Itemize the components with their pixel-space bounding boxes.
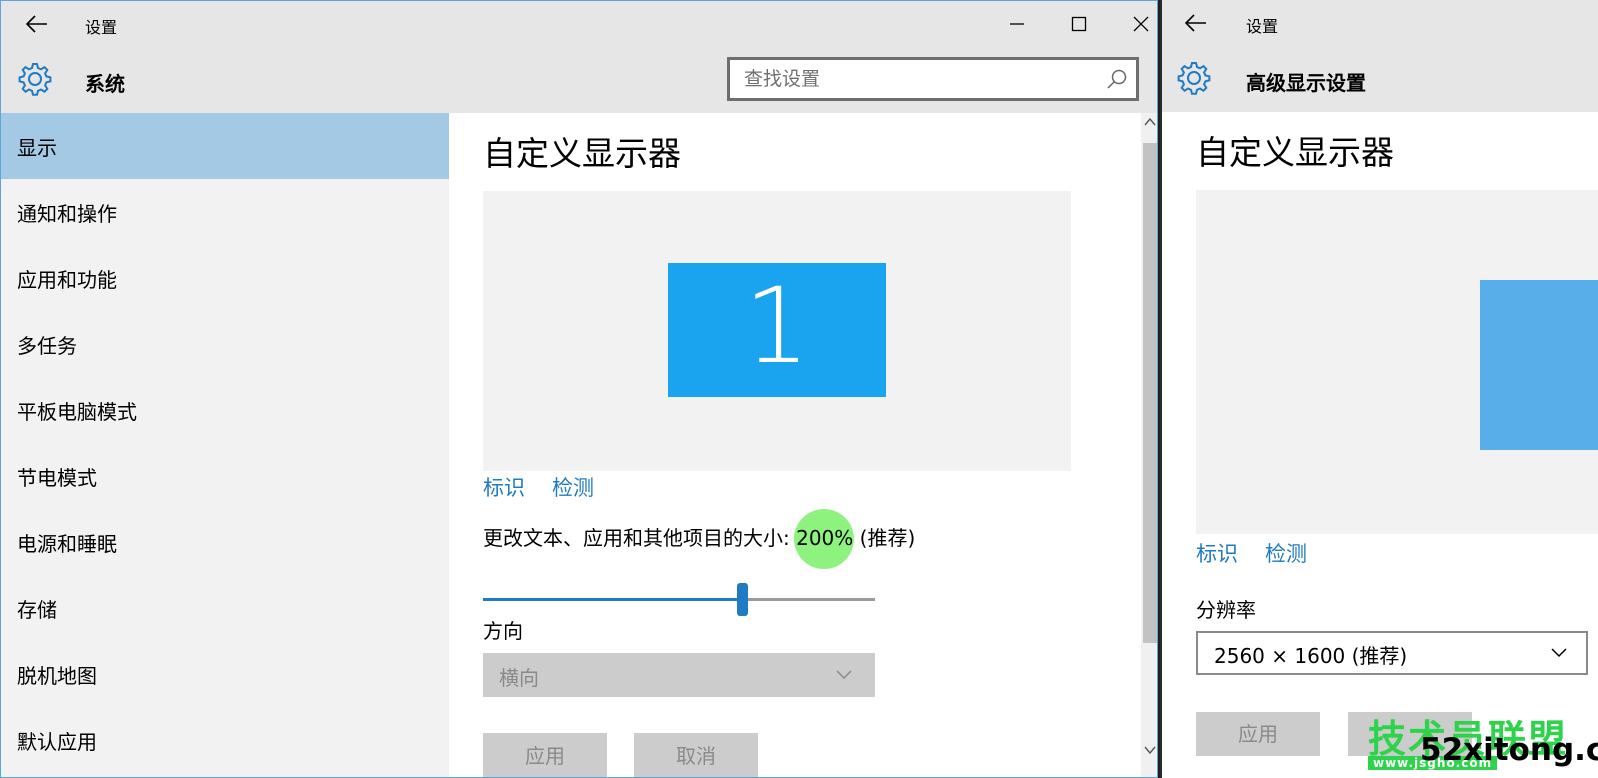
page-title: 自定义显示器 [483,134,681,173]
page-heading: 系统 [85,72,125,96]
scale-value-wrap: 200% [794,509,855,569]
maximize-button[interactable] [1049,1,1109,47]
page-header: 高级显示设置 [1162,46,1598,112]
sidebar-item-multitasking[interactable]: 多任务 [1,311,449,377]
scale-recommended: (推荐) [859,526,916,550]
sidebar-item-label: 通知和操作 [17,202,117,226]
slider-fill [483,598,742,601]
display-preview: 1 [483,191,1071,471]
vertical-scrollbar[interactable] [1141,113,1157,777]
gear-icon [17,61,53,97]
sidebar-item-label: 多任务 [17,334,77,358]
sidebar-item-label: 默认应用 [17,730,97,754]
back-arrow-icon[interactable] [23,11,51,37]
scale-slider[interactable] [483,581,875,617]
resolution-dropdown[interactable]: 2560 × 1600 (推荐) [1196,631,1588,675]
maximize-icon [1071,16,1087,32]
scroll-down-icon[interactable] [1144,745,1156,755]
title-bar: 设置 [1162,0,1598,46]
page-heading: 高级显示设置 [1246,71,1366,95]
apply-button[interactable]: 应用 [483,733,607,777]
minimize-button[interactable] [987,1,1047,47]
sidebar-item-power-sleep[interactable]: 电源和睡眠 [1,509,449,575]
detect-link[interactable]: 检测 [1265,538,1307,568]
sidebar-item-label: 脱机地图 [17,664,97,688]
page-title: 自定义显示器 [1196,133,1394,172]
orientation-label: 方向 [483,619,523,643]
window-title: 设置 [1246,17,1279,36]
page-header: 系统 [1,47,1157,113]
sidebar-item-label: 存储 [17,598,57,622]
apply-button[interactable]: 应用 [1196,712,1320,756]
slider-track [748,598,875,601]
sidebar-nav: 显示 通知和操作 应用和功能 多任务 平板电脑模式 节电模式 电源和睡眠 存储 … [1,113,449,777]
sidebar-item-storage[interactable]: 存储 [1,575,449,641]
gear-icon [1176,60,1212,96]
scale-label: 更改文本、应用和其他项目的大小: [483,526,790,550]
sidebar-item-display[interactable]: 显示 [1,113,449,179]
detect-link[interactable]: 检测 [552,472,594,502]
chevron-down-icon [1551,648,1567,658]
watermark-overlay: 52xitong.com [1420,732,1598,768]
sidebar-item-default-apps[interactable]: 默认应用 [1,707,449,773]
orientation-dropdown[interactable]: 横向 [483,653,875,697]
close-button[interactable] [1111,1,1157,47]
sidebar-item-label: 节电模式 [17,466,97,490]
sidebar-item-label: 平板电脑模式 [17,400,137,424]
sidebar-item-tablet-mode[interactable]: 平板电脑模式 [1,377,449,443]
settings-window-advanced-display: 设置 高级显示设置 自定义显示器 标识 检测 分辨率 2560 × 1600 (… [1160,0,1598,778]
resolution-label: 分辨率 [1196,598,1256,622]
monitor-tile[interactable]: 1 [668,263,886,397]
scroll-thumb[interactable] [1143,143,1157,643]
watermark: 技术员联盟 www.jsgho.com 52xitong.com [1368,708,1598,774]
sidebar-item-apps[interactable]: 应用和功能 [1,245,449,311]
search-icon[interactable] [1106,68,1128,90]
monitor-number: 1 [743,265,811,387]
monitor-tile[interactable] [1480,280,1598,450]
search-box[interactable] [727,57,1139,101]
window-title: 设置 [85,18,118,37]
identify-link[interactable]: 标识 [483,472,525,502]
display-preview [1196,190,1598,534]
orientation-value: 横向 [499,666,539,690]
sidebar-item-label: 电源和睡眠 [17,532,117,556]
minimize-icon [1010,23,1024,25]
sidebar-item-label: 显示 [17,136,57,160]
search-input[interactable] [744,66,1084,92]
scale-label-row: 更改文本、应用和其他项目的大小: 200% (推荐) [483,509,916,569]
main-content: 自定义显示器 标识 检测 分辨率 2560 × 1600 (推荐) 应用 [1162,112,1598,778]
title-bar: 设置 [1,1,1157,47]
chevron-down-icon [836,670,852,680]
close-icon [1133,16,1149,32]
sidebar-item-battery-saver[interactable]: 节电模式 [1,443,449,509]
sidebar-item-label: 应用和功能 [17,268,117,292]
sidebar-item-offline-maps[interactable]: 脱机地图 [1,641,449,707]
back-arrow-icon[interactable] [1182,10,1210,36]
scale-value: 200% [796,526,854,550]
identify-link[interactable]: 标识 [1196,538,1238,568]
slider-thumb[interactable] [737,583,748,616]
scroll-up-icon[interactable] [1144,117,1156,127]
cancel-button[interactable]: 取消 [634,733,758,777]
resolution-value: 2560 × 1600 (推荐) [1214,644,1408,668]
sidebar-item-notifications[interactable]: 通知和操作 [1,179,449,245]
settings-window-system: 设置 系统 显示 通知和操作 [0,0,1158,778]
main-content: 自定义显示器 1 标识 检测 更改文本、应用和其他项目的大小: 200% (推荐… [449,113,1157,777]
